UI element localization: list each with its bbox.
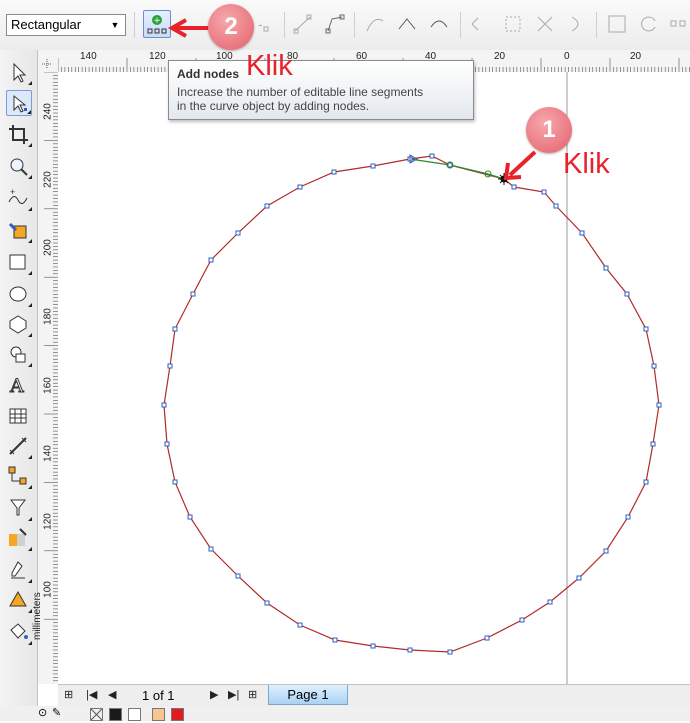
add-page-after-icon[interactable]: ⊞ <box>248 688 257 701</box>
next-page-icon[interactable]: ▶ <box>210 688 218 701</box>
add-page-before-icon[interactable]: ⊞ <box>64 688 73 701</box>
arrow-step1 <box>508 150 537 177</box>
first-page-icon[interactable]: |◀ <box>86 688 97 701</box>
page-tab[interactable]: Page 1 <box>268 685 348 705</box>
step-badge-2: 2 <box>208 4 254 50</box>
palette-scroll-icon[interactable]: ⊙ <box>38 706 47 719</box>
step-label-2: Klik <box>246 50 293 82</box>
step-label-1: Klik <box>563 148 610 180</box>
palette-swatch[interactable] <box>109 708 122 721</box>
palette-swatch[interactable] <box>171 708 184 721</box>
last-page-icon[interactable]: ▶| <box>228 688 239 701</box>
palette-swatch[interactable] <box>128 708 141 721</box>
palette-eyedropper-icon[interactable]: ✎ <box>52 706 61 719</box>
page-count: 1 of 1 <box>142 688 175 703</box>
color-palette: ⊙ ✎ <box>0 706 690 721</box>
no-fill-swatch[interactable] <box>90 708 103 721</box>
page-navigator: ⊞ |◀ ◀ 1 of 1 ▶ ▶| ⊞ Page 1 <box>58 684 690 707</box>
step-badge-1: 1 <box>526 107 572 153</box>
no-fill-icon <box>90 708 103 721</box>
annotation-arrows <box>167 18 537 181</box>
palette-swatch[interactable] <box>152 708 165 721</box>
previous-page-icon[interactable]: ◀ <box>108 688 116 701</box>
